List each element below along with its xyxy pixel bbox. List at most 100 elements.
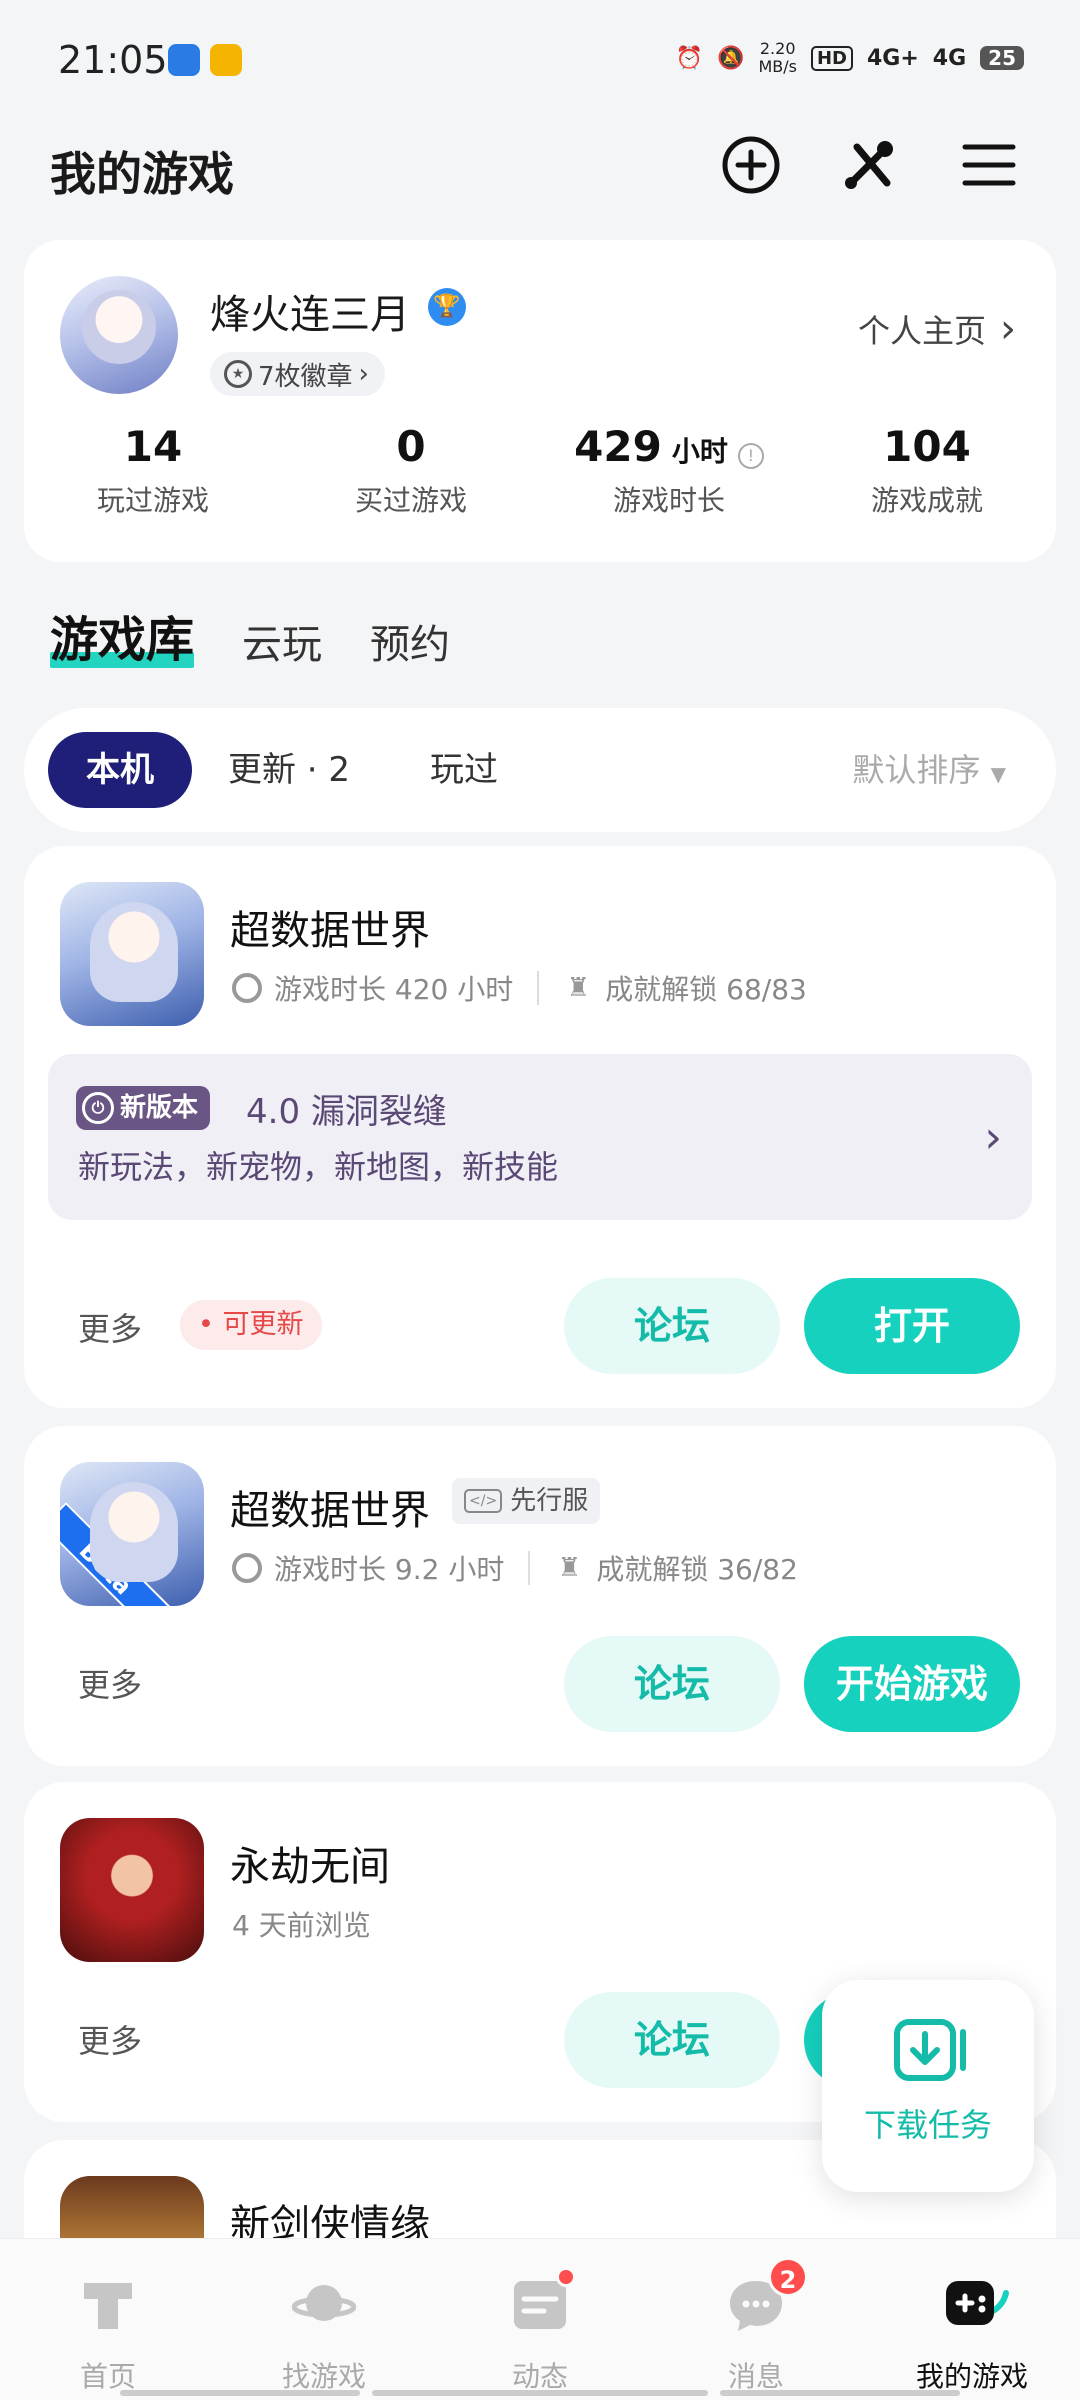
- nav-messages[interactable]: 2 消息: [648, 2239, 864, 2400]
- status-indicators: ⏰ 🔕 2.20 MB/s HD 4G+ 4G 25: [676, 40, 1024, 76]
- nav-home[interactable]: 首页: [0, 2239, 216, 2400]
- code-icon: </>: [464, 1489, 503, 1513]
- stat-playtime[interactable]: 429 小时! 游戏时长: [540, 422, 798, 519]
- version-title: 4.0 漏洞裂缝: [246, 1092, 447, 1132]
- profile-home-link[interactable]: 个人主页 ›: [858, 306, 1016, 352]
- chip-played[interactable]: 玩过: [430, 732, 498, 808]
- gesture-bar: [372, 2390, 708, 2396]
- nav-label: 消息: [727, 2360, 784, 2393]
- medals-button[interactable]: ★ 7枚徽章 ›: [210, 352, 385, 396]
- chevron-right-icon: ›: [984, 1112, 1002, 1163]
- forum-button[interactable]: 论坛: [564, 1636, 780, 1732]
- game-icon[interactable]: [60, 882, 204, 1026]
- nav-feed[interactable]: 动态: [432, 2239, 648, 2400]
- profile-stats: 14 玩过游戏 0 买过游戏 429 小时! 游戏时长 104 游戏成就: [24, 422, 1056, 519]
- info-icon[interactable]: !: [737, 443, 764, 469]
- medal-icon: ★: [224, 360, 252, 388]
- page-header: 我的游戏: [0, 120, 1080, 220]
- nav-label: 我的游戏: [915, 2360, 1028, 2393]
- version-desc: 新玩法，新宠物，新地图，新技能: [78, 1148, 559, 1186]
- game-card[interactable]: 超数据世界 游戏时长 420 小时 ♜ 成就解锁 68/83 ⏻ 新版本 4.0…: [24, 846, 1056, 1408]
- power-icon: ⏻: [82, 1092, 114, 1124]
- forum-button[interactable]: 论坛: [564, 1278, 780, 1374]
- achievements: 成就解锁 68/83: [605, 973, 807, 1006]
- app-notification-icon: [168, 44, 200, 76]
- badge-label: 新版本: [120, 1093, 199, 1123]
- nav-label: 首页: [79, 2360, 136, 2393]
- hd-indicator: HD: [810, 45, 853, 71]
- chip-updates[interactable]: 更新 · 2: [228, 732, 350, 808]
- sort-label: 默认排序: [852, 751, 981, 789]
- stat-label: 玩过游戏: [96, 484, 209, 517]
- chip-local[interactable]: 本机: [48, 732, 192, 808]
- gesture-bar: [720, 2390, 960, 2396]
- signal-sim2: 4G: [932, 45, 967, 71]
- game-card[interactable]: Beta 超数据世界 </> 先行服 游戏时长 9.2 小时 ♜ 成就解锁 36…: [24, 1426, 1056, 1766]
- nav-find-games[interactable]: 找游戏: [216, 2239, 432, 2400]
- caret-down-icon: ▼: [990, 762, 1006, 786]
- menu-icon[interactable]: [956, 132, 1022, 198]
- bottom-nav: 首页 找游戏 动态 2 消息 我的游戏: [0, 2238, 1080, 2400]
- feed-icon: [508, 2267, 576, 2337]
- battery-indicator: 25: [980, 46, 1024, 70]
- nav-label: 找游戏: [281, 2360, 366, 2393]
- more-button[interactable]: 更多: [78, 1304, 142, 1350]
- stat-label: 游戏时长: [612, 484, 725, 517]
- home-link-label: 个人主页: [857, 312, 986, 350]
- filter-bar: 本机 更新 · 2 玩过 默认排序 ▼: [24, 708, 1056, 832]
- forum-button[interactable]: 论坛: [564, 1992, 780, 2088]
- game-icon[interactable]: [60, 1818, 204, 1962]
- tab-reservation[interactable]: 预约: [370, 612, 450, 670]
- preview-server-tag: </> 先行服: [452, 1478, 601, 1524]
- alarm-icon: ⏰: [675, 45, 704, 71]
- update-panel[interactable]: ⏻ 新版本 4.0 漏洞裂缝 新玩法，新宠物，新地图，新技能 ›: [48, 1054, 1032, 1220]
- add-icon[interactable]: [718, 132, 784, 198]
- tab-cloud[interactable]: 云玩: [242, 612, 322, 670]
- stat-value: 0: [396, 422, 426, 471]
- download-tasks-button[interactable]: 下载任务: [822, 1980, 1034, 2192]
- playtime: 游戏时长 420 小时: [274, 973, 514, 1006]
- stat-value: 14: [123, 422, 183, 471]
- profile-card: 烽火连三月 🏆 ★ 7枚徽章 › 个人主页 › 14 玩过游戏 0 买过游戏 4…: [24, 240, 1056, 562]
- open-button[interactable]: 打开: [804, 1278, 1020, 1374]
- stat-played-games[interactable]: 14 玩过游戏: [24, 422, 282, 519]
- status-time: 21:05: [58, 38, 168, 82]
- stat-bought-games[interactable]: 0 买过游戏: [282, 422, 540, 519]
- stat-achievements[interactable]: 104 游戏成就: [798, 422, 1056, 519]
- download-tasks-label: 下载任务: [863, 2106, 992, 2144]
- download-icon: [893, 2018, 966, 2081]
- achievements: 成就解锁 36/82: [596, 1553, 798, 1586]
- chevron-right-icon: ›: [1000, 306, 1016, 352]
- more-button[interactable]: 更多: [78, 2016, 142, 2062]
- more-button[interactable]: 更多: [78, 1660, 142, 1706]
- section-tabs: 游戏库 云玩 预约: [50, 600, 450, 670]
- game-meta: 游戏时长 420 小时 ♜ 成就解锁 68/83: [232, 968, 807, 1008]
- game-name: 超数据世界: [230, 1488, 430, 1534]
- gesture-bar: [120, 2390, 360, 2396]
- new-version-badge: ⏻ 新版本: [76, 1086, 211, 1130]
- tab-library[interactable]: 游戏库: [50, 600, 195, 670]
- weibo-notification-icon: [210, 44, 242, 76]
- trophy-icon: ♜: [566, 973, 590, 1003]
- stopwatch-icon: [232, 1553, 262, 1583]
- sort-dropdown[interactable]: 默认排序 ▼: [852, 732, 1006, 812]
- trophy-icon: ♜: [557, 1553, 581, 1583]
- stopwatch-icon: [232, 973, 262, 1003]
- game-meta: 游戏时长 9.2 小时 ♜ 成就解锁 36/82: [232, 1548, 798, 1588]
- playtime: 游戏时长 9.2 小时: [274, 1553, 505, 1586]
- message-count-badge: 2: [768, 2257, 808, 2297]
- stat-label: 游戏成就: [870, 484, 983, 517]
- verified-badge-icon: 🏆: [428, 288, 466, 326]
- game-icon[interactable]: Beta: [60, 1462, 204, 1606]
- stat-value: 104: [883, 422, 971, 471]
- page-title: 我的游戏: [50, 147, 234, 201]
- divider: [537, 971, 540, 1005]
- nav-my-games[interactable]: 我的游戏: [864, 2239, 1080, 2400]
- tools-icon[interactable]: [836, 132, 902, 198]
- medals-label: 7枚徽章: [258, 361, 353, 392]
- start-game-button[interactable]: 开始游戏: [804, 1636, 1020, 1732]
- game-name: 永劫无间: [230, 1844, 390, 1890]
- avatar[interactable]: [60, 276, 178, 394]
- nav-label: 动态: [511, 2360, 568, 2393]
- signal-sim1: 4G+: [866, 45, 919, 71]
